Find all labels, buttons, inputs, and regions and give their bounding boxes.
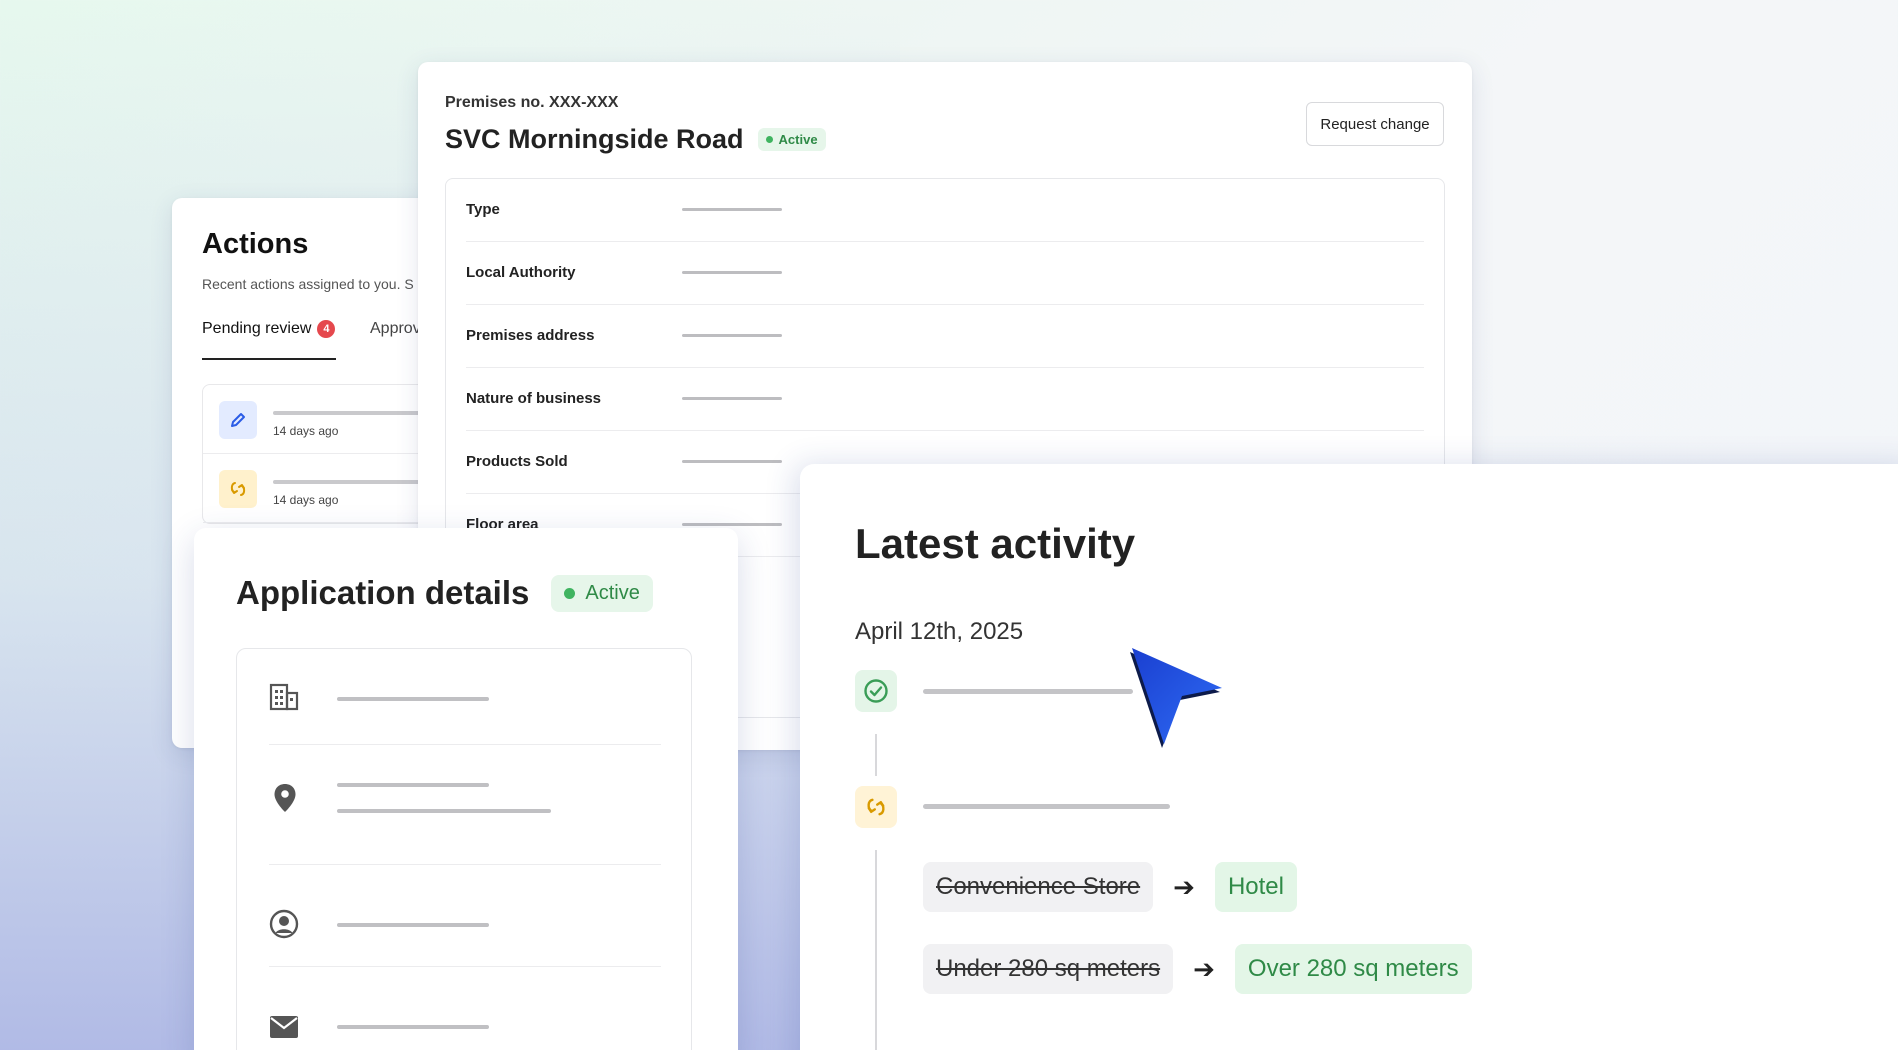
latest-activity-title: Latest activity (855, 520, 1136, 567)
detail-placeholder-line (337, 809, 551, 813)
field-label: Type (466, 201, 500, 218)
status-dot (564, 587, 576, 599)
change-row: Under 280 sq meters ➔ Over 280 sq meters (923, 944, 1472, 994)
pending-count-badge: 4 (317, 320, 336, 338)
item-timestamp: 14 days ago (273, 424, 339, 438)
swap-icon (219, 470, 257, 508)
actions-subtitle: Recent actions assigned to you. S (202, 276, 414, 292)
item-timestamp: 14 days ago (273, 493, 339, 507)
timeline-connector (875, 850, 877, 1050)
field-row: Premises address (466, 305, 1424, 368)
tab-approved[interactable]: Approv (370, 320, 421, 338)
event-placeholder-line (923, 689, 1133, 694)
premises-number: Premises no. XXX-XXX (445, 94, 619, 111)
detail-placeholder-line (337, 1025, 489, 1029)
field-row: Type (466, 179, 1424, 242)
latest-activity-card: Latest activity April 12th, 2025 Conveni… (800, 464, 1898, 1050)
new-value-chip: Hotel (1214, 862, 1297, 912)
field-value-placeholder (682, 397, 782, 400)
request-change-button[interactable]: Request change (1306, 102, 1444, 146)
old-value-chip: Convenience Store (923, 862, 1154, 912)
field-value-placeholder (682, 460, 782, 463)
application-details-card: Application details Active (194, 528, 738, 1050)
application-details-title: Application details (236, 574, 530, 611)
field-row: Local Authority (466, 242, 1424, 305)
building-icon (269, 683, 299, 716)
field-label: Products Sold (466, 453, 568, 470)
field-row: Nature of business (466, 368, 1424, 431)
detail-row (269, 979, 661, 1050)
active-tab-underline (202, 358, 336, 360)
field-label: Premises address (466, 327, 595, 344)
status-label: Active (778, 132, 818, 147)
field-value-placeholder (682, 208, 782, 211)
application-details-title-row: Application details Active (236, 574, 653, 612)
pencil-icon (219, 401, 257, 439)
detail-row (269, 675, 661, 745)
status-badge: Active (551, 574, 653, 612)
status-badge: Active (757, 128, 826, 151)
detail-placeholder-line (337, 923, 489, 927)
check-circle-icon (855, 670, 897, 712)
premises-name: SVC Morningside Road (445, 124, 744, 154)
field-value-placeholder (682, 271, 782, 274)
tab-pending-review[interactable]: Pending review 4 (202, 320, 336, 338)
pointer-cursor-icon (1124, 640, 1234, 750)
arrow-right-icon: ➔ (1173, 871, 1195, 902)
premises-name-row: SVC Morningside Road Active (445, 124, 826, 155)
location-pin-icon (273, 783, 297, 818)
event-placeholder-line (923, 804, 1170, 809)
new-value-chip: Over 280 sq meters (1234, 944, 1472, 994)
application-details-box (236, 648, 692, 1050)
field-value-placeholder (682, 334, 782, 337)
status-label: Active (585, 581, 640, 604)
detail-placeholder-line (337, 783, 489, 787)
activity-date: April 12th, 2025 (855, 618, 1024, 645)
mail-icon (269, 1015, 299, 1044)
status-dot (765, 136, 773, 143)
detail-placeholder-line (337, 697, 489, 701)
field-label: Local Authority (466, 264, 576, 281)
arrow-right-icon: ➔ (1193, 953, 1215, 984)
user-circle-icon (269, 909, 299, 944)
field-label: Nature of business (466, 390, 602, 407)
old-value-chip: Under 280 sq meters (923, 944, 1174, 994)
actions-title: Actions (202, 228, 309, 260)
field-value-placeholder (682, 523, 782, 526)
swap-icon (855, 786, 897, 828)
change-row: Convenience Store ➔ Hotel (923, 862, 1297, 912)
detail-row (269, 755, 661, 865)
timeline-connector (875, 734, 877, 776)
detail-row (269, 877, 661, 967)
tab-pending-review-label: Pending review (202, 320, 312, 337)
